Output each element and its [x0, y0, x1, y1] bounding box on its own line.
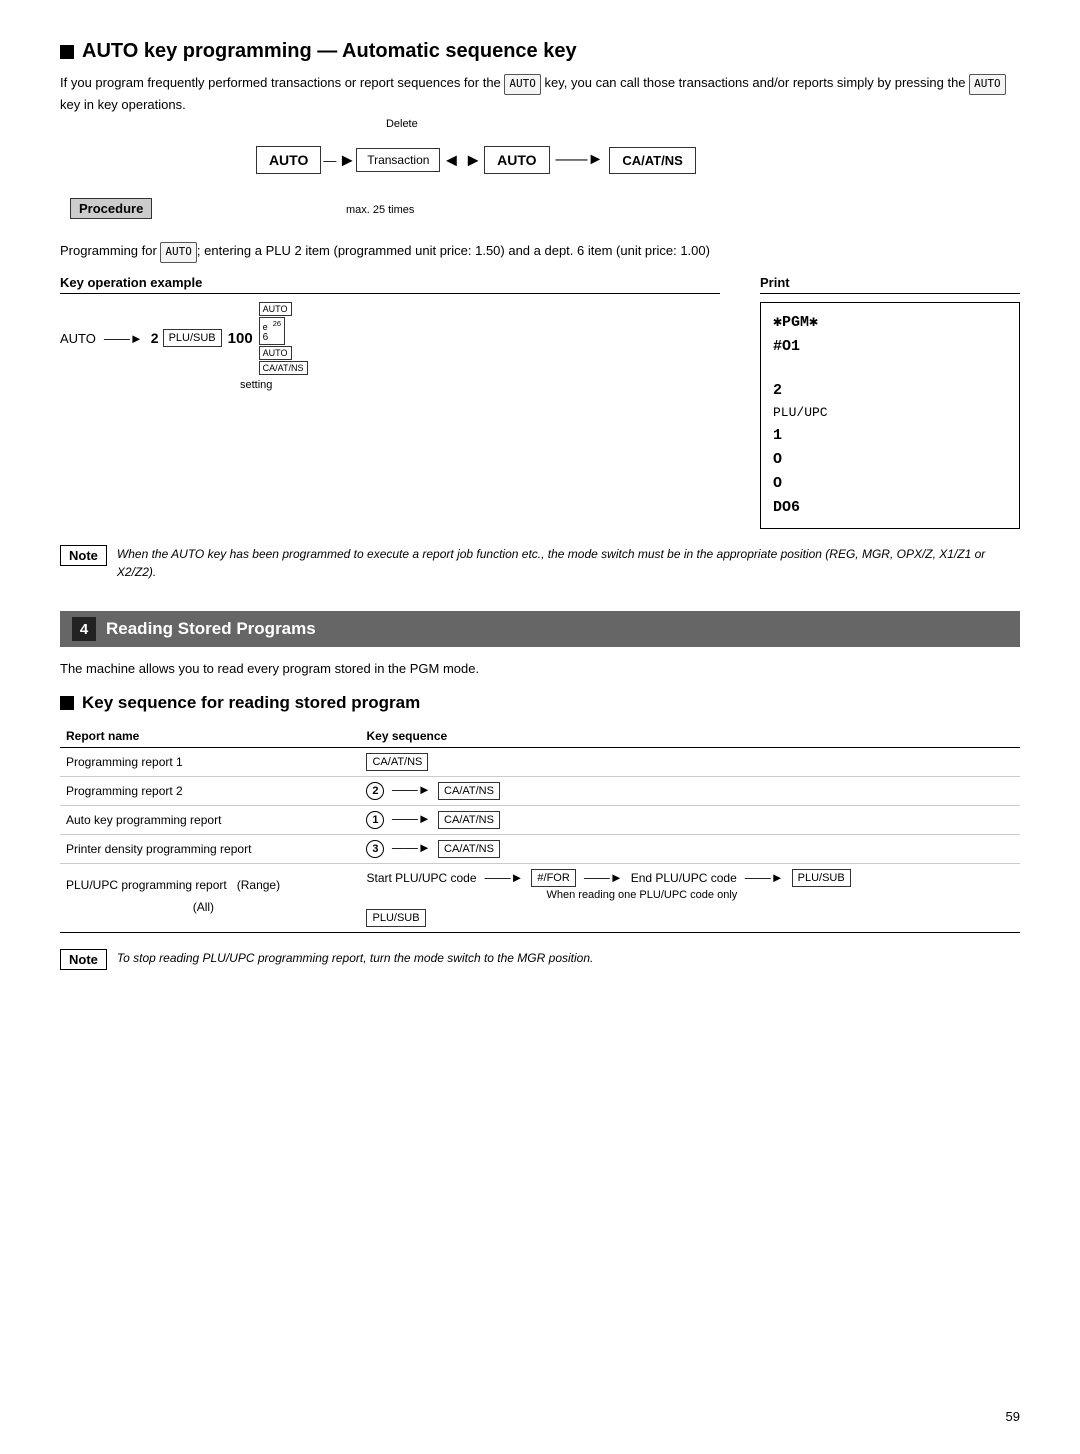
col-report-name: Report name: [60, 725, 360, 748]
reading-section: 4 Reading Stored Programs The machine al…: [60, 611, 1020, 970]
note-content: When the AUTO key has been programmed to…: [117, 545, 1020, 581]
auto-key-section: AUTO key programming — Automatic sequenc…: [60, 40, 1020, 581]
max-label: max. 25 times: [346, 204, 696, 216]
transaction-box: Transaction: [356, 148, 440, 172]
auto-sup-key: AUTO: [259, 302, 292, 316]
section4-header: 4 Reading Stored Programs: [60, 611, 1020, 647]
print-header: Print: [760, 275, 1020, 294]
seq-3: 1 ——► CA/AT/NS: [360, 805, 1020, 834]
num2: 2: [151, 330, 159, 346]
key-operation-section: Key operation example AUTO ——► 2 PLU/SUB…: [60, 275, 720, 530]
key-op-header: Key operation example: [60, 275, 720, 294]
print-line-3: [773, 359, 1007, 380]
section4-desc: The machine allows you to read every pro…: [60, 659, 1020, 679]
seq-4: 3 ——► CA/AT/NS: [360, 834, 1020, 863]
auto-label: AUTO: [60, 331, 96, 346]
print-line-4: 2: [773, 379, 1007, 403]
seq-5: Start PLU/UPC code ——► #/FOR ——► End PLU…: [360, 863, 1020, 932]
table-row: Printer density programming report 3 ——►…: [60, 834, 1020, 863]
print-box: ✱PGM✱ #O1 2 PLU/UPC 1 O O DO6: [760, 302, 1020, 530]
subsection-square: [60, 696, 74, 710]
print-section: Print ✱PGM✱ #O1 2 PLU/UPC 1 O O DO6: [760, 275, 1020, 530]
print-line-9: DO6: [773, 496, 1007, 520]
col-key-sequence: Key sequence: [360, 725, 1020, 748]
report-name-1: Programming report 1: [60, 747, 360, 776]
reading-note-text: To stop reading PLU/UPC programming repo…: [117, 949, 593, 967]
auto-key-box: AUTO: [256, 146, 321, 174]
e6-key: e 266: [259, 317, 285, 345]
report-name-4: Printer density programming report: [60, 834, 360, 863]
auto-key2: AUTO: [259, 346, 292, 360]
procedure-label: Procedure: [70, 198, 152, 219]
key-op-diagram: AUTO ——► 2 PLU/SUB 100 AUTO e 266 AUTO C…: [60, 302, 720, 375]
plu-sub-key: PLU/SUB: [163, 329, 222, 347]
print-line-8: O: [773, 472, 1007, 496]
reading-note: Note To stop reading PLU/UPC programming…: [60, 949, 1020, 970]
print-line-6: 1: [773, 424, 1007, 448]
procedure-diagram: AUTO — ► Transaction ◄ ► AUTO ——► CA/AT/…: [256, 146, 696, 174]
auto-key-box2: AUTO: [484, 146, 549, 174]
delete-label: Delete: [386, 118, 418, 130]
example-desc: Programming for AUTO; entering a PLU 2 i…: [60, 241, 1020, 263]
report-name-5: PLU/UPC programming report (Range) (All): [60, 863, 360, 932]
section4-number: 4: [72, 617, 96, 641]
report-name-2: Programming report 2: [60, 776, 360, 805]
page-number: 59: [1006, 1409, 1020, 1424]
auto-key-title: AUTO key programming — Automatic sequenc…: [60, 40, 1020, 63]
key-print-row: Key operation example AUTO ——► 2 PLU/SUB…: [60, 275, 1020, 530]
table-row: PLU/UPC programming report (Range) (All)…: [60, 863, 1020, 932]
auto-key-note: Note When the AUTO key has been programm…: [60, 545, 1020, 581]
procedure-area: Procedure Delete AUTO — ► Transaction ◄ …: [60, 132, 1020, 225]
print-line-7: O: [773, 448, 1007, 472]
print-line-5: PLU/UPC: [773, 403, 1007, 424]
table-row: Programming report 1 CA/AT/NS: [60, 747, 1020, 776]
report-name-3: Auto key programming report: [60, 805, 360, 834]
ca-at-ns-small: CA/AT/NS: [259, 361, 308, 375]
seq-2: 2 ——► CA/AT/NS: [360, 776, 1020, 805]
setting-label: setting: [240, 379, 720, 391]
seq-1: CA/AT/NS: [360, 747, 1020, 776]
intro-text: If you program frequently performed tran…: [60, 73, 1020, 114]
sequence-table: Report name Key sequence Programming rep…: [60, 725, 1020, 933]
subsection-title: Key sequence for reading stored program: [60, 693, 1020, 713]
section4-title: Reading Stored Programs: [106, 619, 316, 639]
table-row: Programming report 2 2 ——► CA/AT/NS: [60, 776, 1020, 805]
table-row: Auto key programming report 1 ——► CA/AT/…: [60, 805, 1020, 834]
title-square: [60, 45, 74, 59]
print-line-1: ✱PGM✱: [773, 311, 1007, 335]
ca-at-ns-box: CA/AT/NS: [609, 147, 695, 174]
print-line-2: #O1: [773, 335, 1007, 359]
